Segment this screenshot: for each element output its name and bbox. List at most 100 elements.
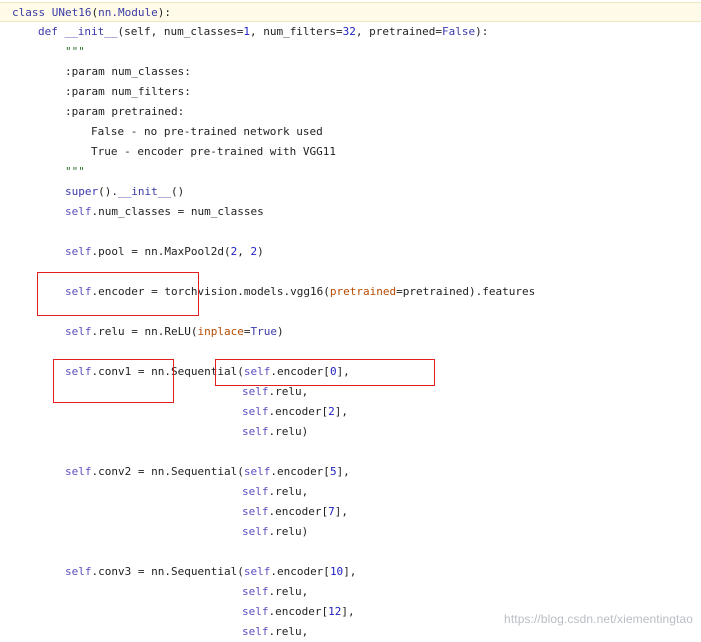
- code-line: self.relu): [0, 522, 701, 542]
- code-token: __init__: [118, 185, 171, 198]
- code-token: self: [242, 405, 269, 418]
- code-token: self: [242, 385, 269, 398]
- code-token: pretrained: [329, 285, 397, 298]
- code-token: ],: [341, 605, 355, 618]
- code-token: :param num_classes:: [65, 65, 191, 78]
- code-token: .relu): [268, 525, 309, 538]
- code-token: 7: [328, 505, 335, 518]
- code-line: self.conv2 = nn.Sequential(self.encoder[…: [0, 462, 701, 482]
- code-token: self: [242, 625, 269, 638]
- code-token: .pool = nn.MaxPool2d(: [91, 245, 231, 258]
- code-token: False - no pre-trained network used: [91, 125, 323, 138]
- code-line: self.relu): [0, 422, 701, 442]
- line-content: class UNet16(nn.Module):: [12, 3, 171, 23]
- code-token: __init__: [64, 25, 118, 38]
- code-token: .relu = nn.ReLU(: [91, 325, 198, 338]
- code-token: 10: [329, 565, 344, 578]
- line-content: self.relu,: [242, 622, 308, 642]
- code-line: self.encoder[7],: [0, 502, 701, 522]
- code-line: :param num_filters:: [0, 82, 701, 102]
- code-token: .encoder[: [270, 465, 330, 478]
- code-token: ],: [336, 465, 350, 478]
- line-content: True - encoder pre-trained with VGG11: [91, 142, 336, 162]
- code-token: self: [65, 245, 92, 258]
- code-token: ,: [237, 245, 251, 258]
- code-line: :param num_classes:: [0, 62, 701, 82]
- code-line: self.conv3 = nn.Sequential(self.encoder[…: [0, 562, 701, 582]
- code-token: self: [65, 465, 92, 478]
- code-token: 12: [328, 605, 342, 618]
- code-line: """: [0, 42, 701, 62]
- code-token: .encoder[: [268, 505, 329, 518]
- line-content: False - no pre-trained network used: [91, 122, 323, 142]
- code-token: .relu,: [268, 485, 309, 498]
- code-line: self.encoder[2],: [0, 402, 701, 422]
- line-content: self.relu,: [242, 482, 308, 502]
- line-content: """: [65, 42, 85, 62]
- code-token: class: [12, 6, 52, 19]
- code-line: :param pretrained:: [0, 102, 701, 122]
- code-token: :param num_filters:: [65, 85, 191, 98]
- code-line: """: [0, 162, 701, 182]
- code-token: .encoder[: [268, 605, 329, 618]
- code-token: self: [242, 605, 269, 618]
- code-token: def: [38, 25, 65, 38]
- line-content: :param pretrained:: [65, 102, 184, 122]
- code-token: inplace: [197, 325, 244, 338]
- code-token: :param pretrained:: [65, 105, 185, 118]
- code-line: False - no pre-trained network used: [0, 122, 701, 142]
- code-token: """: [65, 165, 85, 178]
- code-token: """: [65, 45, 85, 58]
- conv1-highlight-box: [53, 359, 174, 403]
- code-token: .encoder[: [270, 565, 330, 578]
- line-content: """: [65, 162, 85, 182]
- line-content: :param num_classes:: [65, 62, 191, 82]
- watermark: https://blog.csdn.net/xiementingtao: [504, 612, 693, 626]
- code-line: True - encoder pre-trained with VGG11: [0, 142, 701, 162]
- code-line: def __init__(self, num_classes=1, num_fi…: [0, 22, 701, 42]
- code-token: UNet16: [51, 6, 92, 19]
- code-token: (self, num_classes=: [117, 25, 244, 38]
- code-token: True - encoder pre-trained with VGG11: [91, 145, 337, 158]
- code-token: ],: [343, 565, 357, 578]
- code-token: 1: [243, 25, 250, 38]
- line-content: self.relu,: [242, 582, 308, 602]
- line-content: self.relu = nn.ReLU(inplace=True): [65, 322, 284, 342]
- code-token: self: [242, 585, 269, 598]
- code-line: self.relu = nn.ReLU(inplace=True): [0, 322, 701, 342]
- line-content: self.relu): [242, 422, 308, 442]
- code-token: self: [242, 525, 269, 538]
- code-token: .relu): [268, 425, 309, 438]
- code-token: ().: [98, 185, 118, 198]
- code-token: 5: [329, 465, 337, 478]
- code-token: , num_filters=: [249, 25, 343, 38]
- line-content: super().__init__(): [65, 182, 184, 202]
- code-token: ],: [334, 405, 348, 418]
- code-token: .conv2 = nn.Sequential(: [91, 465, 244, 478]
- code-token: ],: [334, 505, 348, 518]
- code-line: super().__init__(): [0, 182, 701, 202]
- line-content: def __init__(self, num_classes=1, num_fi…: [38, 22, 488, 42]
- line-content: self.encoder[2],: [242, 402, 348, 422]
- line-content: self.conv2 = nn.Sequential(self.encoder[…: [65, 462, 350, 482]
- code-token: self: [243, 565, 271, 578]
- code-token: , pretrained=: [355, 25, 443, 38]
- code-token: ):: [475, 25, 489, 38]
- code-token: self: [65, 205, 92, 218]
- code-token: super: [65, 185, 99, 198]
- code-token: .relu,: [268, 625, 309, 638]
- code-token: (): [170, 185, 185, 198]
- line-content: self.pool = nn.MaxPool2d(2, 2): [65, 242, 264, 262]
- code-token: False: [442, 25, 476, 38]
- code-token: self: [65, 325, 92, 338]
- code-token: self: [243, 465, 271, 478]
- code-token: nn.Module: [98, 6, 158, 19]
- line-content: self.encoder[7],: [242, 502, 348, 522]
- code-token: .relu,: [268, 385, 309, 398]
- code-token: self: [242, 505, 269, 518]
- code-token: .relu,: [268, 585, 309, 598]
- code-line: self.num_classes = num_classes: [0, 202, 701, 222]
